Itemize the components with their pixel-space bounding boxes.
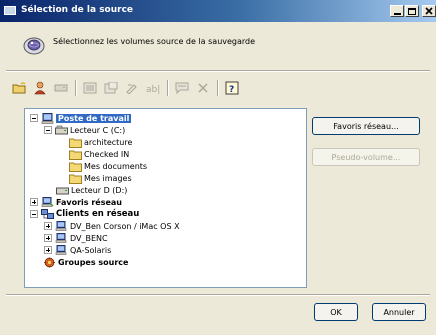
svg-text:ab|: ab| bbox=[146, 85, 160, 94]
drive-icon bbox=[56, 187, 69, 194]
computer-icon bbox=[41, 112, 54, 124]
delete-tool bbox=[194, 79, 212, 97]
toolbar-separator bbox=[217, 80, 219, 96]
source-selection-dialog: Sélection de la source Sélectionnez les … bbox=[0, 0, 436, 335]
tree-label: Clients en réseau bbox=[56, 209, 140, 219]
client-computer-icon bbox=[55, 244, 67, 255]
tree-node-architecture[interactable]: architecture bbox=[69, 136, 132, 148]
header-instruction: Sélectionnez les volumes source de la sa… bbox=[53, 37, 256, 46]
drive-icon bbox=[54, 84, 68, 92]
delete-icon bbox=[198, 83, 208, 93]
text-tool: ab| bbox=[144, 79, 162, 97]
cancel-button[interactable]: Annuler bbox=[372, 303, 426, 321]
pseudo-volume-button[interactable]: Pseudo-volume... bbox=[312, 148, 420, 166]
tree-label: Favoris réseau bbox=[56, 197, 122, 207]
rename-icon bbox=[126, 84, 137, 94]
help-tool[interactable]: ? bbox=[223, 79, 241, 97]
title-bar[interactable]: Sélection de la source bbox=[0, 0, 436, 22]
toolbar-separator bbox=[75, 80, 77, 96]
help-icon: ? bbox=[225, 81, 239, 95]
client-computer-icon bbox=[55, 220, 67, 231]
source-groups-icon bbox=[44, 257, 55, 267]
client-computer-icon bbox=[55, 232, 67, 243]
tree-label: Poste de travail bbox=[56, 113, 132, 123]
network-favorites-button[interactable]: Favoris réseau... bbox=[312, 117, 420, 135]
tree-label: Mes images bbox=[84, 173, 132, 183]
add-user-tool[interactable] bbox=[31, 79, 49, 97]
tree-label: QA-Solaris bbox=[70, 245, 112, 255]
minimize-button[interactable] bbox=[390, 5, 404, 17]
maximize-button[interactable] bbox=[405, 5, 419, 17]
ok-button[interactable]: OK bbox=[314, 303, 358, 321]
tree-node-client-benc[interactable]: DV_BENC bbox=[44, 232, 108, 244]
tree-node-groupes[interactable]: Groupes source bbox=[43, 256, 128, 268]
network-favorites-icon bbox=[41, 196, 54, 207]
button-label: OK bbox=[330, 307, 342, 317]
tree-node-favoris[interactable]: Favoris réseau bbox=[30, 196, 122, 208]
tree-label: Mes documents bbox=[84, 161, 148, 171]
properties-icon bbox=[104, 82, 118, 94]
expand-toggle[interactable] bbox=[44, 246, 52, 254]
tree-label: DV_BENC bbox=[70, 233, 108, 243]
user-icon bbox=[34, 81, 46, 95]
close-button[interactable] bbox=[422, 5, 436, 17]
tree-label: Groupes source bbox=[58, 257, 129, 267]
tree-node-clients[interactable]: Clients en réseau bbox=[30, 208, 139, 220]
toolbar: ab| ? bbox=[10, 77, 244, 99]
new-folder-tool[interactable] bbox=[10, 79, 28, 97]
folder-icon bbox=[69, 150, 82, 160]
close-icon bbox=[425, 7, 433, 15]
properties-tool bbox=[102, 79, 120, 97]
new-folder-icon bbox=[12, 82, 26, 94]
tree-node-client-qa-solaris[interactable]: QA-Solaris bbox=[44, 244, 111, 256]
tree-node-mes-images[interactable]: Mes images bbox=[69, 172, 132, 184]
list-icon bbox=[83, 82, 97, 94]
text-icon: ab| bbox=[146, 85, 160, 94]
tree-label: DV_Ben Corson / iMac OS X bbox=[70, 221, 180, 231]
button-label: Favoris réseau... bbox=[333, 121, 399, 131]
expand-toggle[interactable] bbox=[44, 234, 52, 242]
tree-label: Checked IN bbox=[84, 149, 130, 159]
header-separator bbox=[6, 70, 430, 72]
expand-toggle[interactable] bbox=[44, 222, 52, 230]
button-label: Annuler bbox=[383, 307, 415, 317]
button-label: Pseudo-volume... bbox=[331, 152, 401, 162]
collapse-toggle[interactable] bbox=[44, 126, 52, 134]
drive-tool bbox=[52, 79, 70, 97]
tree-node-lecteur-c[interactable]: Lecteur C (C:) bbox=[44, 124, 125, 136]
source-tree[interactable]: Poste de travail Lecteur C (C:) architec… bbox=[24, 108, 307, 288]
maximize-icon bbox=[408, 7, 416, 15]
tree-node-checked-in[interactable]: Checked IN bbox=[69, 148, 129, 160]
svg-text:?: ? bbox=[229, 85, 234, 95]
collapse-toggle[interactable] bbox=[30, 114, 38, 122]
network-clients-icon bbox=[41, 208, 54, 219]
tree-node-lecteur-d[interactable]: Lecteur D (D:) bbox=[56, 184, 127, 196]
expand-toggle[interactable] bbox=[30, 198, 38, 206]
tree-node-client-ben-corson[interactable]: DV_Ben Corson / iMac OS X bbox=[44, 220, 180, 232]
volumes-globe-icon bbox=[23, 37, 45, 55]
minimize-icon bbox=[393, 12, 401, 15]
toolbar-separator bbox=[167, 80, 169, 96]
window-title: Sélection de la source bbox=[21, 5, 134, 15]
tree-node-poste[interactable]: Poste de travail bbox=[30, 112, 132, 124]
folder-icon bbox=[69, 174, 82, 184]
list-tool bbox=[81, 79, 99, 97]
rename-tool bbox=[123, 79, 141, 97]
comment-icon bbox=[175, 82, 189, 94]
footer-separator bbox=[6, 294, 430, 296]
folder-icon bbox=[69, 138, 82, 148]
comment-tool bbox=[173, 79, 191, 97]
tree-node-mes-documents[interactable]: Mes documents bbox=[69, 160, 147, 172]
collapse-toggle[interactable] bbox=[30, 210, 38, 218]
tree-label: Lecteur C (C:) bbox=[70, 125, 126, 135]
window-icon bbox=[4, 6, 16, 15]
tree-label: Lecteur D (D:) bbox=[71, 185, 128, 195]
folder-icon bbox=[69, 162, 82, 172]
tree-label: architecture bbox=[84, 137, 133, 147]
drive-icon bbox=[55, 125, 68, 134]
